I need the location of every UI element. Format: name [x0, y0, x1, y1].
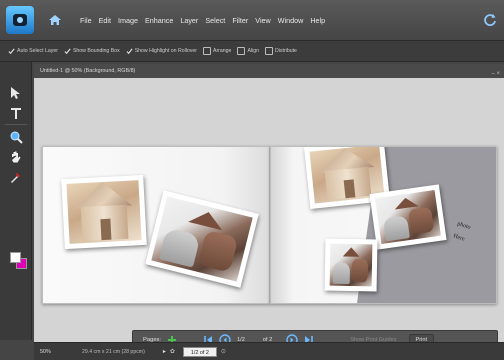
distribute-icon [265, 47, 273, 55]
left-page[interactable] [42, 146, 270, 304]
right-page[interactable]: photo Here [270, 146, 497, 304]
menu-select[interactable]: Select [205, 16, 225, 25]
portrait-photo [375, 190, 441, 244]
highlight-label: Show Highlight on Rollover [134, 48, 197, 54]
toolbox-divider [5, 124, 27, 125]
portrait-photo [329, 243, 373, 287]
document-title: Untitled-1 @ 50% (Background, RGB/8) [40, 68, 136, 74]
checkmark-icon [8, 48, 15, 54]
checkmark-icon [126, 48, 133, 54]
distribute-button[interactable]: Distribute [265, 47, 297, 55]
document-size: 29.4 cm x 21 cm (28 ppcm) [82, 348, 145, 355]
app-logo-icon[interactable] [6, 6, 34, 34]
portrait-photo [151, 196, 253, 282]
move-tool-icon[interactable] [6, 84, 26, 102]
photo-frame-portrait[interactable] [145, 190, 259, 288]
house-photo [66, 180, 142, 244]
type-tool-icon[interactable] [6, 104, 26, 122]
photo-frame-portrait-small[interactable] [324, 238, 378, 292]
highlight-option[interactable]: Show Highlight on Rollover [126, 48, 197, 55]
page-settings-icon[interactable]: ✿ [170, 348, 175, 355]
menu-edit[interactable]: Edit [99, 16, 111, 25]
photo-frame-portrait-tilted[interactable] [369, 184, 447, 250]
editor-window: File Edit Image Enhance Layer Select Fil… [0, 0, 504, 360]
align-icon [237, 47, 246, 55]
home-icon[interactable] [44, 9, 66, 31]
toolbox [0, 62, 32, 340]
status-bar: 50% 29.4 cm x 21 cm (28 ppcm) ▸ ✿ 1/2 of… [34, 342, 504, 360]
checkmark-icon [64, 48, 71, 54]
document-tab[interactable]: Untitled-1 @ 50% (Background, RGB/8) – × [34, 64, 504, 78]
bounding-box-label: Show Bounding Box [72, 48, 120, 54]
foreground-color-swatch[interactable] [10, 252, 21, 263]
menu-image[interactable]: Image [118, 16, 138, 25]
align-label: Align [247, 48, 259, 54]
menu-file[interactable]: File [80, 16, 92, 25]
page-options-icon[interactable]: ⊙ [221, 348, 226, 355]
arrange-button[interactable]: Arrange [202, 47, 232, 55]
status-menu-arrow-icon[interactable]: ▸ [163, 348, 166, 355]
eyedropper-tool-icon[interactable] [6, 168, 26, 186]
bounding-box-option[interactable]: Show Bounding Box [64, 48, 120, 55]
menu-list: File Edit Image Enhance Layer Select Fil… [80, 16, 332, 25]
document-window: Untitled-1 @ 50% (Background, RGB/8) – × [34, 64, 504, 350]
menu-layer[interactable]: Layer [180, 16, 198, 25]
tool-options-bar: Auto Select Layer Show Bounding Box Show… [0, 40, 504, 62]
menu-help[interactable]: Help [310, 16, 325, 25]
menu-enhance[interactable]: Enhance [145, 16, 173, 25]
align-button[interactable]: Align [237, 47, 259, 55]
auto-select-option[interactable]: Auto Select Layer [8, 48, 58, 55]
menu-bar: File Edit Image Enhance Layer Select Fil… [0, 0, 504, 40]
auto-select-label: Auto Select Layer [17, 48, 58, 54]
photo-book-spread[interactable]: photo Here [42, 146, 497, 304]
menu-view[interactable]: View [255, 16, 270, 25]
menu-window[interactable]: Window [278, 16, 304, 25]
zoom-level[interactable]: 50% [40, 349, 60, 355]
menu-filter[interactable]: Filter [232, 16, 248, 25]
canvas[interactable]: photo Here Pages: 1/2 of 2 Show Print Gu… [34, 78, 504, 350]
distribute-label: Distribute [275, 48, 297, 54]
arrange-label: Arrange [212, 48, 232, 54]
zoom-tool-icon[interactable] [6, 128, 26, 146]
page-field[interactable]: 1/2 of 2 [182, 346, 217, 357]
photo-frame-house[interactable] [61, 174, 147, 250]
hand-tool-icon[interactable] [6, 148, 26, 166]
refresh-icon[interactable] [482, 12, 498, 28]
arrange-icon [202, 47, 211, 55]
